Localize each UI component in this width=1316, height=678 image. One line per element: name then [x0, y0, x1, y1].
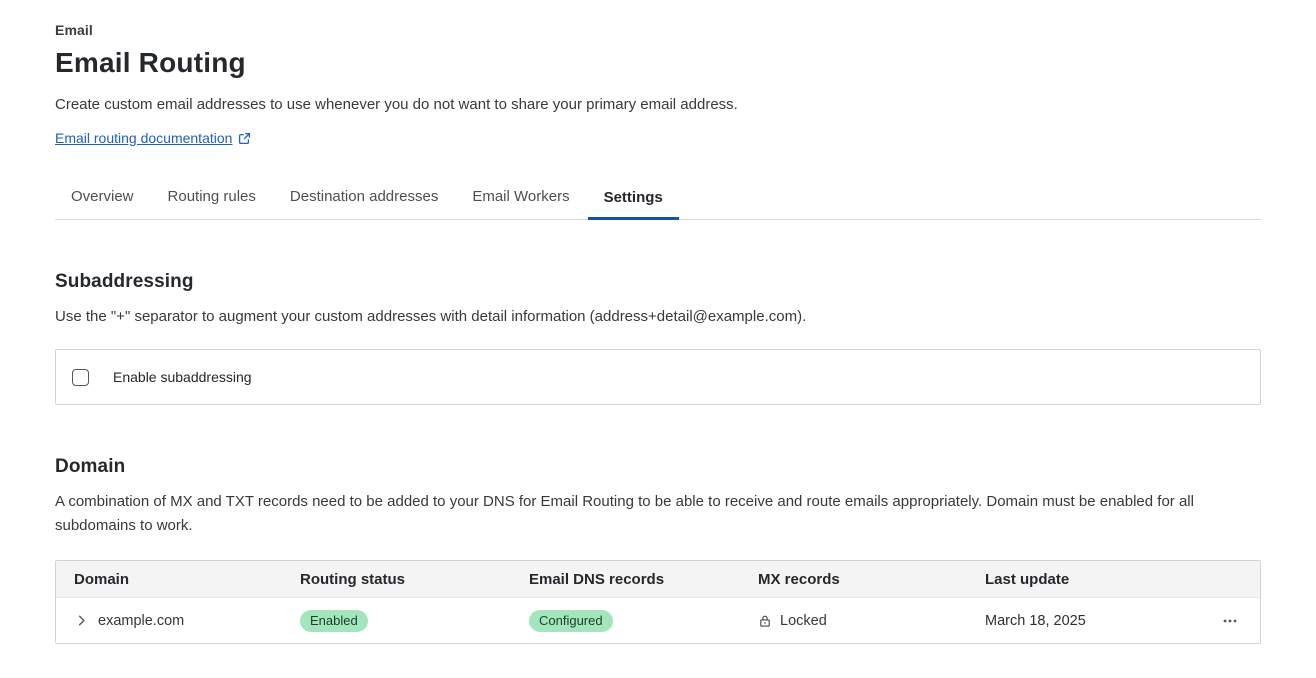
routing-status-badge: Enabled: [300, 610, 368, 632]
table-row: example.com Enabled Configured: [56, 598, 1260, 643]
page-title: Email Routing: [55, 47, 1261, 79]
subaddressing-heading: Subaddressing: [55, 271, 1261, 293]
email-routing-settings-page: Email Email Routing Create custom email …: [0, 0, 1316, 644]
domain-description: A combination of MX and TXT records need…: [55, 490, 1261, 538]
column-header-routing-status: Routing status: [282, 571, 511, 588]
domain-table-header: Domain Routing status Email DNS records …: [56, 561, 1260, 598]
column-header-domain: Domain: [56, 571, 282, 588]
domain-table: Domain Routing status Email DNS records …: [55, 560, 1261, 644]
subaddressing-card: Enable subaddressing: [55, 349, 1261, 405]
tab-overview[interactable]: Overview: [55, 177, 150, 219]
doc-link-label: Email routing documentation: [55, 130, 232, 146]
chevron-right-icon: [74, 613, 89, 628]
email-routing-documentation-link[interactable]: Email routing documentation: [55, 130, 251, 146]
breadcrumb: Email: [55, 22, 1261, 38]
enable-subaddressing-label: Enable subaddressing: [113, 369, 252, 385]
row-expand-button[interactable]: [74, 613, 89, 628]
tab-routing-rules[interactable]: Routing rules: [152, 177, 272, 219]
column-header-last-update: Last update: [967, 571, 1200, 588]
page-description: Create custom email addresses to use whe…: [55, 94, 1261, 115]
domain-name: example.com: [98, 613, 184, 629]
tab-email-workers[interactable]: Email Workers: [456, 177, 585, 219]
row-menu-button[interactable]: [1218, 609, 1242, 633]
column-header-mx-records: MX records: [740, 571, 967, 588]
email-dns-records-badge: Configured: [529, 610, 613, 632]
tab-settings[interactable]: Settings: [588, 177, 679, 220]
domain-section: Domain A combination of MX and TXT recor…: [55, 456, 1261, 644]
enable-subaddressing-checkbox[interactable]: [72, 369, 89, 386]
external-link-icon: [238, 132, 251, 145]
last-update-date: March 18, 2025: [967, 613, 1200, 629]
subaddressing-section: Subaddressing Use the "+" separator to a…: [55, 271, 1261, 405]
column-header-email-dns-records: Email DNS records: [511, 571, 740, 588]
tab-destination-addresses[interactable]: Destination addresses: [274, 177, 454, 219]
ellipsis-icon: [1222, 613, 1238, 629]
lock-icon: [758, 614, 772, 628]
mx-records-status: Locked: [780, 613, 827, 629]
domain-heading: Domain: [55, 456, 1261, 478]
subaddressing-description: Use the "+" separator to augment your cu…: [55, 305, 1261, 329]
tab-bar: Overview Routing rules Destination addre…: [55, 177, 1261, 220]
